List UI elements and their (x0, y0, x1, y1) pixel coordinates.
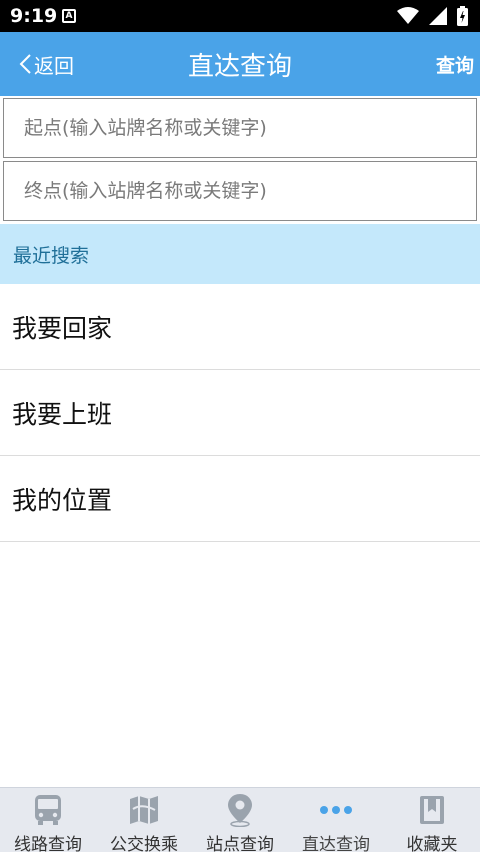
recent-search-header: 最近搜索 (0, 224, 480, 284)
nav-bar: 返回 直达查询 查询 (0, 32, 480, 96)
wifi-icon (397, 7, 419, 24)
query-button[interactable]: 查询 (436, 51, 474, 78)
status-icons (397, 6, 468, 26)
tab-label: 直达查询 (302, 835, 370, 852)
status-bar: 9:19 A (0, 0, 480, 32)
tab-label: 收藏夹 (406, 835, 458, 852)
tab-label: 公交换乘 (110, 835, 178, 852)
battery-icon (457, 6, 468, 26)
page-title: 直达查询 (187, 52, 292, 82)
tab-route-query[interactable]: 线路查询 (0, 788, 96, 852)
bookmark-icon (384, 794, 480, 826)
list-item-label: 我要上班 (12, 399, 113, 429)
recent-search-title: 最近搜索 (13, 244, 90, 267)
list-item-label: 我要回家 (12, 313, 113, 343)
end-field-container (3, 161, 477, 221)
list-item-label: 我的位置 (12, 485, 113, 515)
dots-icon (288, 794, 384, 826)
list-item[interactable]: 我要上班 (0, 370, 480, 456)
tab-label: 站点查询 (206, 835, 274, 852)
bus-icon (0, 794, 96, 826)
notification-a-icon: A (62, 9, 76, 23)
map-icon (96, 794, 192, 826)
status-time: 9:19 (10, 5, 58, 27)
start-field-container (3, 98, 477, 158)
tab-transfer[interactable]: 公交换乘 (96, 788, 192, 852)
end-input[interactable] (24, 162, 476, 220)
start-input[interactable] (24, 99, 476, 157)
tab-station-query[interactable]: 站点查询 (192, 788, 288, 852)
tab-label: 线路查询 (14, 835, 82, 852)
location-pin-icon (192, 794, 288, 827)
tab-favorites[interactable]: 收藏夹 (384, 788, 480, 852)
list-item[interactable]: 我要回家 (0, 284, 480, 370)
tab-direct-query[interactable]: 直达查询 (288, 788, 384, 852)
list-item[interactable]: 我的位置 (0, 456, 480, 542)
bottom-tab-bar: 线路查询 公交换乘 站点查询 直达查询 收藏夹 (0, 787, 480, 852)
signal-icon (429, 7, 447, 25)
